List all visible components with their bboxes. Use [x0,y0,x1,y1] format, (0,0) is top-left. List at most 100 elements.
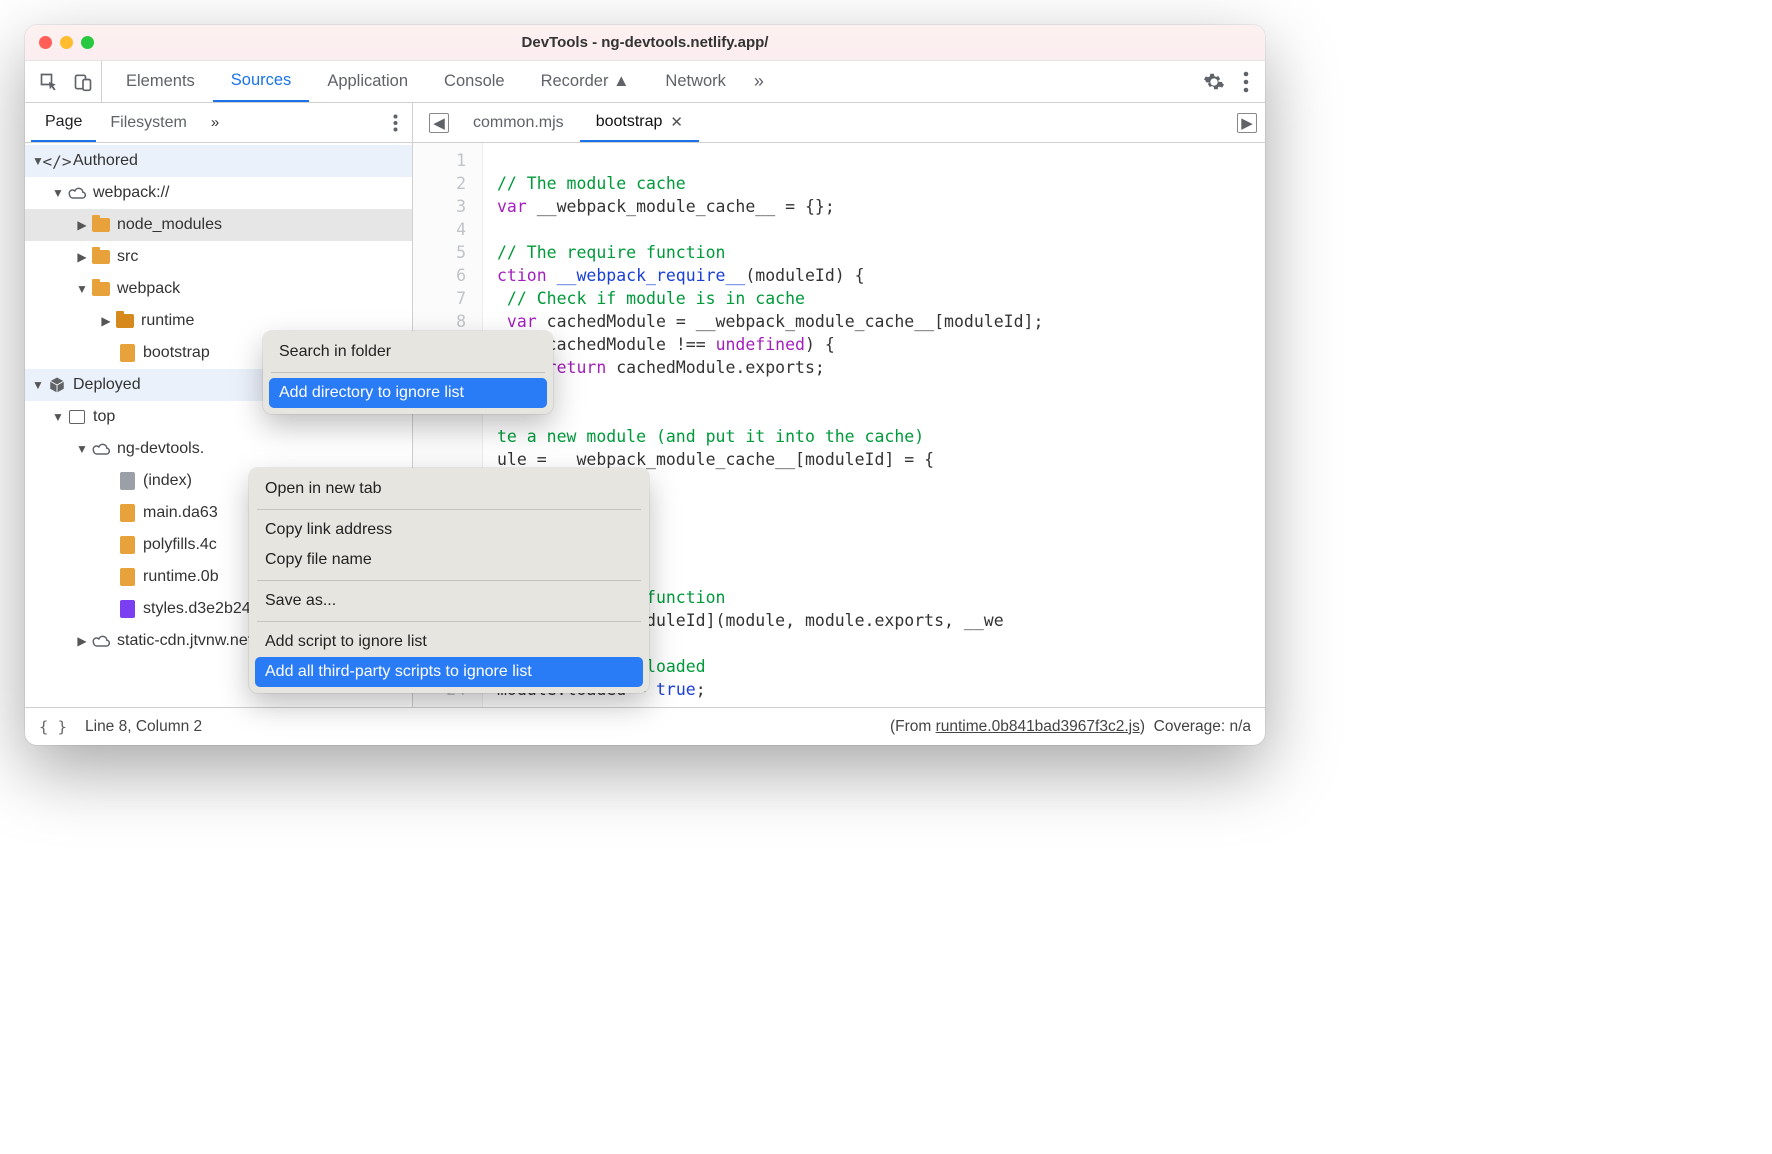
ctx-add-all-thirdparty-ignore[interactable]: Add all third-party scripts to ignore li… [255,657,643,687]
chevron-down-icon [75,442,89,456]
editor-nav-forward-icon[interactable]: ▶ [1229,103,1265,142]
cloud-icon [91,439,111,459]
navigator-tabs: Page Filesystem » [25,103,413,142]
navigator-tab-page[interactable]: Page [31,103,96,142]
tab-recorder[interactable]: Recorder ▲ [523,61,648,102]
editor-tab-bootstrap[interactable]: bootstrap ✕ [580,103,699,142]
device-toggle-icon[interactable] [73,72,93,92]
source-link[interactable]: runtime.0b841bad3967f3c2.js [936,718,1140,735]
ctx-copy-filename[interactable]: Copy file name [249,545,649,575]
close-window-button[interactable] [39,36,52,49]
tree-label: Deployed [73,376,141,394]
menu-separator [271,372,545,373]
ctx-save-as[interactable]: Save as... [249,586,649,616]
tree-item-webpack-scheme[interactable]: webpack:// [25,177,412,209]
devtools-window: DevTools - ng-devtools.netlify.app/ Elem… [25,25,1265,745]
package-icon [47,375,67,395]
chevron-right-icon [75,218,89,232]
settings-gear-icon[interactable] [1203,71,1225,93]
main-area: </> Authored webpack:// node_modules src [25,143,1265,707]
file-icon [117,343,137,363]
context-menu-file: Open in new tab Copy link address Copy f… [249,468,649,693]
tab-elements[interactable]: Elements [108,61,213,102]
pretty-print-icon[interactable]: { } [39,718,67,736]
context-menu-folder: Search in folder Add directory to ignore… [263,331,553,414]
frame-icon [67,407,87,427]
editor-tab-label: bootstrap [596,113,663,131]
tree-label: bootstrap [143,344,210,362]
folder-icon [91,247,111,267]
ctx-search-folder[interactable]: Search in folder [263,337,553,367]
tree-group-authored[interactable]: </> Authored [25,145,412,177]
cursor-position: Line 8, Column 2 [85,718,202,736]
tree-label: top [93,408,115,426]
chevron-right-icon [99,314,113,328]
tree-label: runtime [141,312,194,330]
folder-icon [91,215,111,235]
file-icon [117,471,137,491]
tree-item-src[interactable]: src [25,241,412,273]
editor-nav-back-icon[interactable]: ◀ [421,103,457,142]
ctx-add-script-ignore[interactable]: Add script to ignore list [249,627,649,657]
minimize-window-button[interactable] [60,36,73,49]
tree-label: main.da63 [143,504,218,522]
cloud-icon [91,631,111,651]
tabs-overflow-icon[interactable]: » [744,71,774,92]
tree-label: static-cdn.jtvnw.net [117,632,252,650]
inspect-element-icon[interactable] [39,72,59,92]
chevron-down-icon [75,282,89,296]
tab-recorder-label: Recorder [541,72,609,91]
ctx-add-directory-ignore[interactable]: Add directory to ignore list [269,378,547,408]
navigator-tabs-overflow-icon[interactable]: » [201,114,229,131]
zoom-window-button[interactable] [81,36,94,49]
ctx-open-new-tab[interactable]: Open in new tab [249,474,649,504]
tree-label: runtime.0b [143,568,219,586]
chevron-down-icon [51,186,65,200]
cloud-icon [67,183,87,203]
file-icon [117,599,137,619]
chevron-right-icon [75,250,89,264]
navigator-more-icon[interactable] [379,114,412,132]
file-icon [117,503,137,523]
tree-item-webpack-folder[interactable]: webpack [25,273,412,305]
menu-separator [257,509,641,510]
file-icon [117,535,137,555]
tab-network[interactable]: Network [647,61,744,102]
tab-sources[interactable]: Sources [213,61,310,102]
flask-icon: ▲ [613,72,629,91]
chevron-right-icon [75,634,89,648]
tree-label: (index) [143,472,192,490]
editor-tabs: ◀ common.mjs bootstrap ✕ ▶ [413,103,1265,142]
editor-tab-common[interactable]: common.mjs [457,103,580,142]
tree-label: polyfills.4c [143,536,217,554]
coverage-label: Coverage: n/a [1154,718,1251,735]
window-title: DevTools - ng-devtools.netlify.app/ [25,34,1265,51]
menu-separator [257,580,641,581]
menu-separator [257,621,641,622]
tree-label: webpack [117,280,180,298]
tree-label: node_modules [117,216,222,234]
tree-label: ng-devtools. [117,440,204,458]
chevron-down-icon [51,410,65,424]
top-tab-bar: Elements Sources Application Console Rec… [25,61,1265,103]
sub-header: Page Filesystem » ◀ common.mjs bootstrap… [25,103,1265,143]
status-bar: { } Line 8, Column 2 (From runtime.0b841… [25,707,1265,745]
close-tab-icon[interactable]: ✕ [670,113,683,131]
tab-application[interactable]: Application [309,61,426,102]
tree-item-node-modules[interactable]: node_modules [25,209,412,241]
chevron-down-icon [31,378,45,392]
ctx-copy-link[interactable]: Copy link address [249,515,649,545]
tab-console[interactable]: Console [426,61,523,102]
tree-item-ngdevtools[interactable]: ng-devtools. [25,433,412,465]
titlebar: DevTools - ng-devtools.netlify.app/ [25,25,1265,61]
code-brackets-icon: </> [47,151,67,171]
navigator-tab-filesystem[interactable]: Filesystem [96,103,200,142]
file-icon [117,567,137,587]
tree-label: src [117,248,138,266]
traffic-lights [39,36,94,49]
folder-icon [91,279,111,299]
kebab-menu-icon[interactable] [1243,71,1249,93]
editor-tab-label: common.mjs [473,114,564,132]
folder-icon [115,311,135,331]
tree-label: Authored [73,152,138,170]
